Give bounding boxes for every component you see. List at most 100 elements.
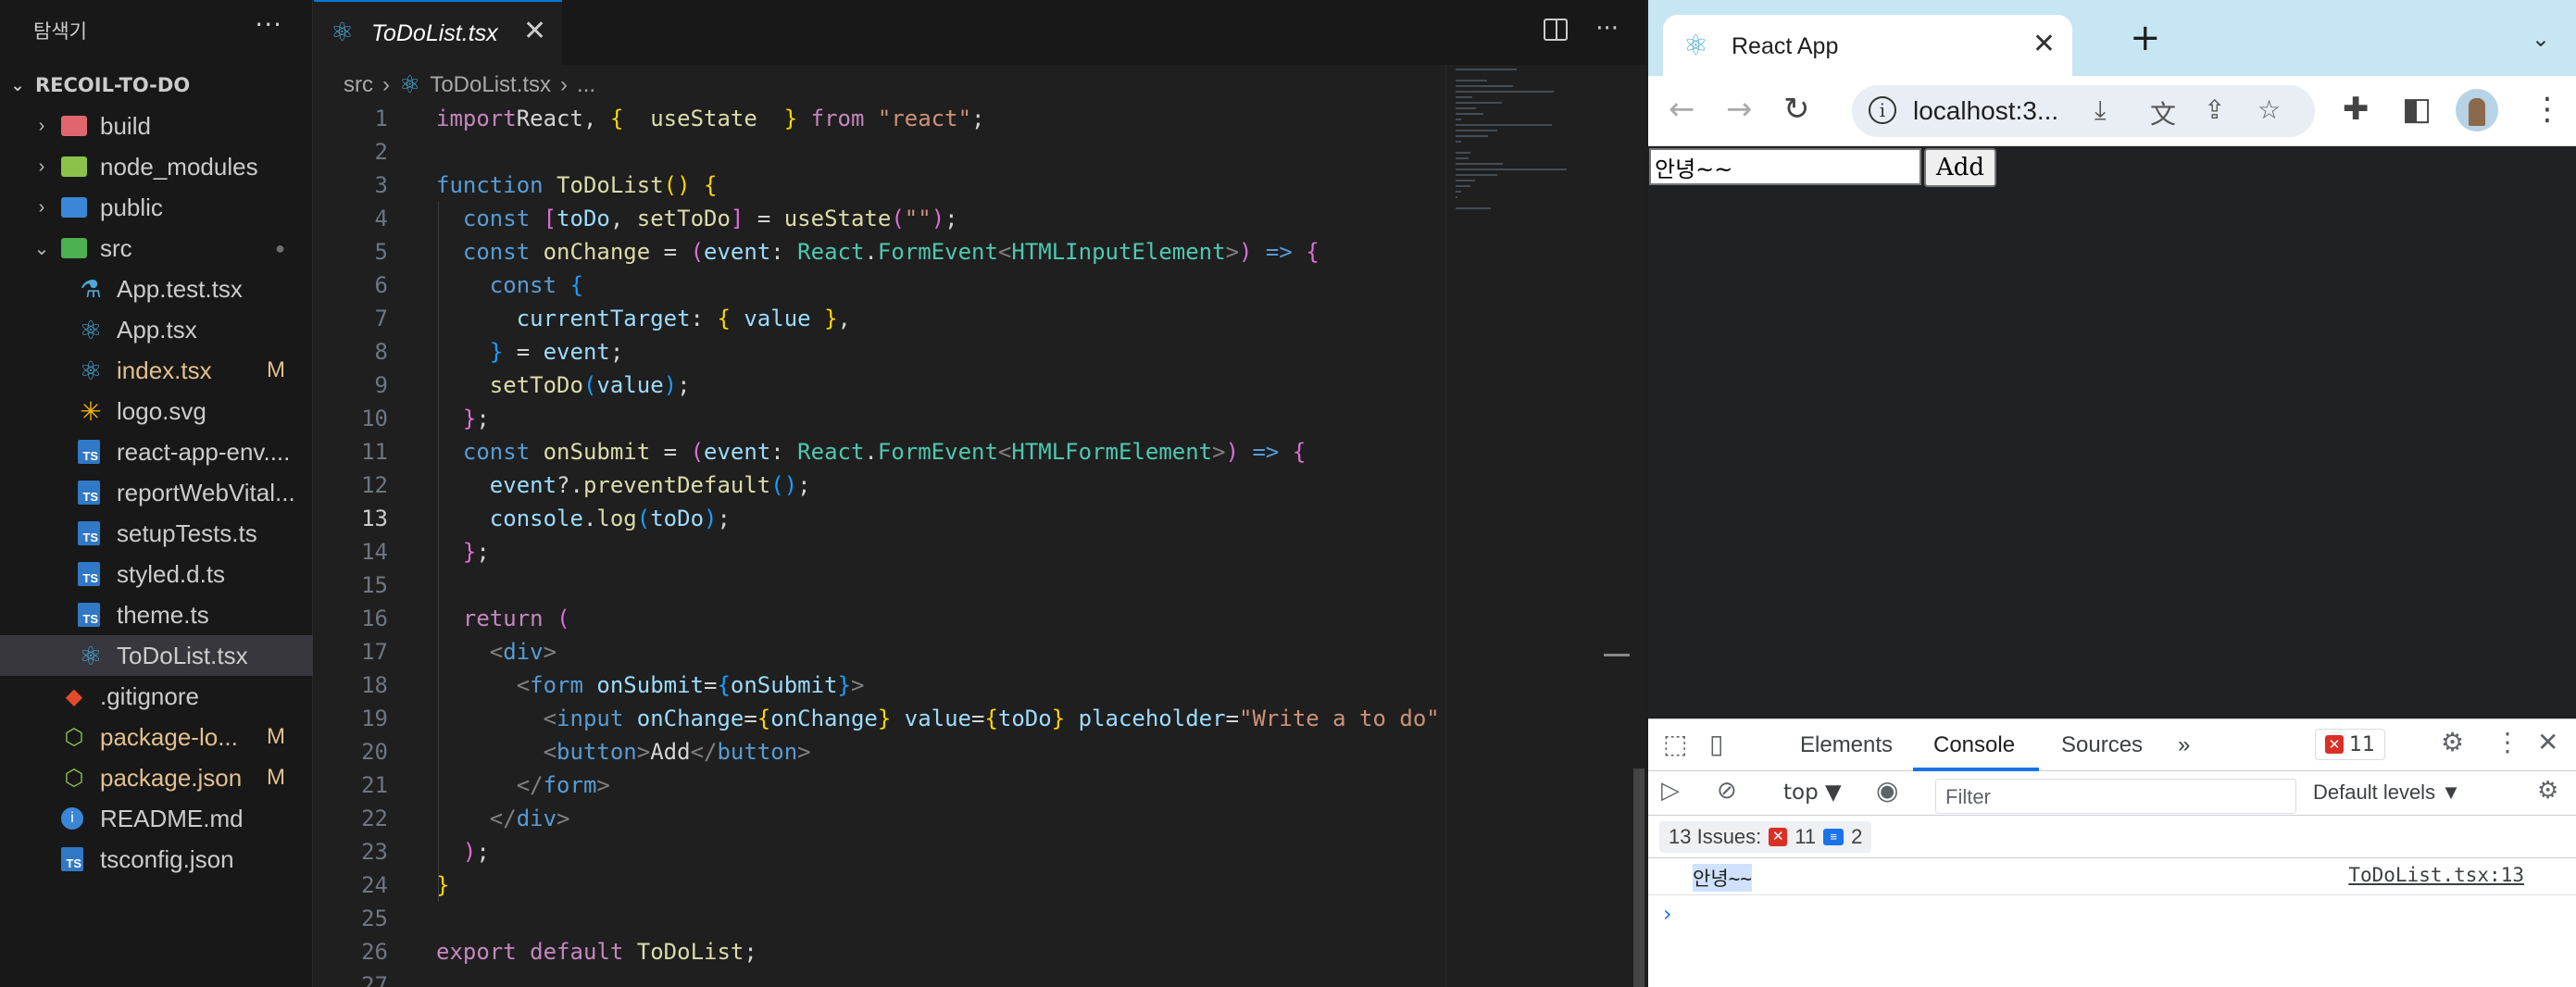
gear-icon[interactable]: ⚙ [2441, 727, 2464, 757]
minimap-line [1456, 185, 1470, 187]
minimap[interactable] [1445, 65, 1607, 987]
tree-item-package-lo[interactable]: ⬡ package-lo... M [0, 717, 313, 757]
chevron-right-icon[interactable]: › [28, 116, 56, 137]
line-content: export default ToDoList; [436, 939, 757, 965]
forward-icon[interactable]: → [1726, 91, 1753, 128]
breadcrumb-file[interactable]: ToDoList.tsx [430, 72, 551, 98]
tree-item-app-test-tsx[interactable]: ⚗ App.test.tsx [0, 269, 313, 309]
editor-scrollbar[interactable] [1633, 768, 1644, 987]
line-number: 15 [361, 572, 388, 598]
line-content: console.log(toDo); [489, 506, 731, 531]
minimap-line [1456, 169, 1567, 170]
sidebar-toggle-icon[interactable]: ▷ [1661, 777, 1680, 805]
chevron-down-icon[interactable]: ⌄ [28, 237, 56, 260]
context-selector[interactable]: top ▼ [1783, 781, 1842, 805]
breadcrumb-src[interactable]: src [344, 72, 373, 98]
reload-icon[interactable]: ↻ [1783, 91, 1810, 128]
gear-icon[interactable]: ⚙ [2537, 777, 2558, 805]
address-bar[interactable]: i localhost:3... ⤓ 文 ⇪ ☆ [1852, 85, 2315, 137]
breadcrumb-symbol[interactable]: ... [577, 72, 595, 98]
chevron-down-icon[interactable]: ⌄ [2532, 26, 2550, 52]
tab-label: ToDoList.tsx [371, 20, 498, 46]
issues-button[interactable]: 13 Issues: ✕ 11 ≡ 2 [1659, 821, 1872, 853]
tree-item-package-json[interactable]: ⬡ package.json M [0, 757, 313, 798]
code-editor[interactable]: 1 importReact, { useState } from "react";… [314, 102, 1444, 987]
code-line: 6 const { [314, 269, 1444, 302]
react-favicon-icon: ⚛ [1683, 30, 1708, 62]
todo-input[interactable] [1649, 148, 1921, 185]
chevron-right-icon: › [560, 71, 569, 97]
menu-kebab-icon[interactable]: ⋮ [2532, 91, 2563, 128]
split-editor-icon[interactable] [1544, 19, 1569, 41]
add-button[interactable]: Add [1924, 148, 1996, 187]
more-tabs-icon[interactable]: » [2178, 732, 2190, 758]
minimap-line [1456, 113, 1484, 115]
eye-icon[interactable]: ◉ [1876, 775, 1898, 806]
profile-avatar[interactable] [2456, 89, 2498, 131]
tab-console[interactable]: Console [1933, 732, 2015, 758]
react-icon: ⚛ [79, 641, 103, 670]
error-count-badge[interactable]: ✕ 11 [2315, 729, 2385, 760]
download-icon[interactable]: ⤓ [2095, 94, 2106, 126]
tree-item-logo-svg[interactable]: ✳ logo.svg [0, 391, 313, 431]
site-info-icon[interactable]: i [1869, 96, 1896, 124]
bookmark-star-icon[interactable]: ☆ [2257, 94, 2281, 125]
tree-item-node-modules[interactable]: › node_modules [0, 146, 313, 187]
console-filter-input[interactable]: Filter [1935, 779, 2296, 814]
tree-item-styled-d-ts[interactable]: TS styled.d.ts [0, 554, 313, 594]
tab-sources[interactable]: Sources [2061, 732, 2143, 758]
explorer-more-icon[interactable]: ··· [255, 9, 282, 40]
folder-icon [61, 113, 87, 139]
close-icon[interactable]: ✕ [2032, 28, 2056, 60]
minimap-line [1456, 102, 1502, 104]
console-prompt[interactable]: › [1663, 901, 1672, 927]
tree-item-react-app-env[interactable]: TS react-app-env.... [0, 431, 313, 472]
tree-item-label: README.md [100, 804, 244, 832]
tree-item-label: src [100, 233, 132, 262]
device-toolbar-icon[interactable]: ▯ [1709, 729, 1723, 759]
close-icon[interactable]: ✕ [523, 15, 546, 47]
typescript-icon: TS [78, 562, 100, 586]
close-icon[interactable]: ✕ [2537, 727, 2558, 757]
more-actions-icon[interactable]: ··· [1595, 15, 1619, 43]
tree-item-tsconfig-json[interactable]: TS tsconfig.json [0, 839, 313, 880]
back-icon[interactable]: ← [1669, 91, 1695, 128]
browser-tab[interactable]: ⚛ React App ✕ [1663, 15, 2072, 76]
tree-item-todolist-tsx[interactable]: ⚛ ToDoList.tsx [0, 635, 313, 676]
tab-elements[interactable]: Elements [1800, 732, 1893, 758]
tree-item-setuptests-ts[interactable]: TS setupTests.ts [0, 513, 313, 554]
tree-item-label: ToDoList.tsx [117, 641, 248, 669]
minimap-line [1456, 130, 1497, 131]
log-levels-dropdown[interactable]: Default levels ▼ [2313, 781, 2461, 805]
workspace-root[interactable]: ⌄ RECOIL-TO-DO [0, 67, 313, 104]
issues-bar: 13 Issues: ✕ 11 ≡ 2 [1648, 816, 2576, 858]
menu-kebab-icon[interactable]: ⋮ [2495, 727, 2520, 757]
new-tab-icon[interactable]: + [2130, 17, 2161, 59]
log-source-link[interactable]: ToDoList.tsx:13 [2348, 864, 2524, 886]
side-panel-icon[interactable]: ◧ [2402, 91, 2432, 128]
code-line: 26 export default ToDoList; [314, 935, 1444, 968]
tree-item-gitignore[interactable]: ◆ .gitignore [0, 676, 313, 717]
tree-item-index-tsx[interactable]: ⚛ index.tsx M [0, 350, 313, 391]
chevron-right-icon[interactable]: › [28, 197, 56, 219]
line-number: 21 [361, 772, 388, 798]
tree-item-reportwebvital[interactable]: TS reportWebVital... [0, 472, 313, 513]
translate-icon[interactable]: 文 [2150, 94, 2176, 131]
tab-todolist[interactable]: ⚛ ToDoList.tsx ✕ [314, 0, 562, 65]
tree-item-readme-md[interactable]: i README.md [0, 798, 313, 839]
line-content: }; [462, 406, 490, 431]
tree-item-public[interactable]: › public [0, 187, 313, 228]
line-number: 23 [361, 839, 388, 865]
editor-actions: ··· [1544, 15, 1619, 43]
share-icon[interactable]: ⇪ [2204, 94, 2225, 125]
tree-item-src[interactable]: ⌄ src ● [0, 228, 313, 269]
chevron-right-icon[interactable]: › [28, 156, 56, 178]
browser-tabstrip: ⚛ React App ✕ + ⌄ [1648, 0, 2576, 76]
tree-item-build[interactable]: › build [0, 106, 313, 146]
clear-console-icon[interactable]: ⊘ [1717, 777, 1737, 805]
inspect-element-icon[interactable]: ⬚ [1663, 729, 1687, 759]
react-icon: ⚛ [399, 70, 421, 98]
tree-item-theme-ts[interactable]: TS theme.ts [0, 594, 313, 635]
tree-item-app-tsx[interactable]: ⚛ App.tsx [0, 309, 313, 350]
extensions-icon[interactable]: ✚ [2343, 91, 2370, 128]
